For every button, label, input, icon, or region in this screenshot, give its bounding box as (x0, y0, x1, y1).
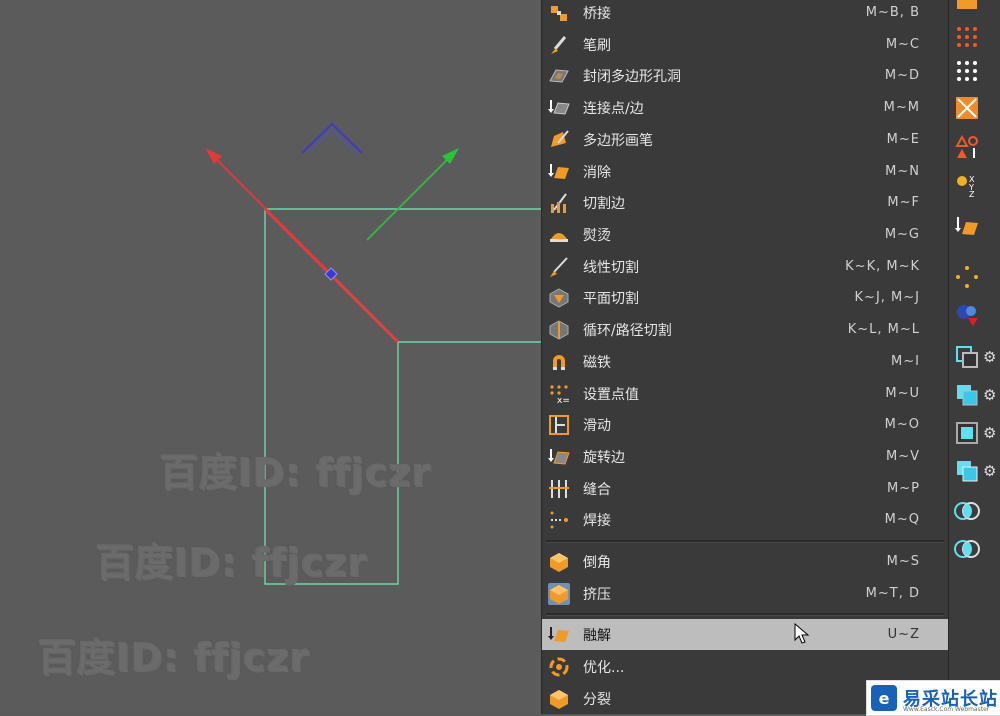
iron-icon (548, 224, 570, 246)
toolbar-polygon-icon[interactable] (952, 0, 982, 22)
set-point-value-icon: x= (548, 383, 570, 405)
loop-path-cut-icon (548, 319, 570, 341)
points-mode-icon[interactable] (952, 22, 982, 52)
mesh-tools-menu: 桥接 M~B, B 笔刷 M~C 封闭多边形孔洞 M~D 连接点/边 M~M 多… (541, 0, 948, 714)
gear-icon[interactable]: ⚙ (983, 425, 999, 441)
split-icon (548, 688, 570, 710)
menu-item-edge-cut[interactable]: 切割边 M~F (542, 187, 948, 218)
menu-separator (546, 613, 944, 616)
bevel-icon (548, 551, 570, 573)
menu-item-weld[interactable]: 焊接 M~Q (542, 504, 948, 535)
menu-item-stitch[interactable]: 缝合 M~P (542, 473, 948, 504)
extrude-icon (548, 582, 570, 605)
mouse-cursor-icon (794, 623, 810, 644)
dissolve-toolbar-icon[interactable] (952, 212, 982, 242)
menu-item-plane-cut[interactable]: 平面切割 K~J, M~J (542, 282, 948, 313)
menu-item-bridge[interactable]: 桥接 M~B, B (542, 0, 948, 28)
snap-settings-icon[interactable] (952, 262, 982, 292)
close-polygon-hole-icon (548, 65, 570, 87)
menu-item-optimize[interactable]: 优化... (542, 651, 948, 682)
stitch-icon (548, 478, 570, 500)
x-axis-handle[interactable] (211, 154, 332, 275)
edge-cut-icon (548, 192, 570, 214)
deformer-icon[interactable] (952, 300, 982, 330)
intersect-icon[interactable] (952, 496, 982, 526)
z-axis-handle-icon[interactable] (301, 122, 363, 154)
gear-icon[interactable]: ⚙ (983, 349, 999, 365)
menu-separator (546, 540, 944, 543)
axis-xyz-icon[interactable]: XYZ (952, 170, 982, 200)
y-axis-handle[interactable] (366, 154, 453, 241)
svg-text:Z: Z (969, 190, 975, 198)
optimize-icon (548, 656, 570, 678)
array-icon[interactable] (952, 456, 982, 486)
menu-item-bevel[interactable]: 倒角 M~S (542, 546, 948, 577)
menu-item-loop-path-cut[interactable]: 循环/路径切割 K~L, M~L (542, 314, 948, 345)
spline-outline (264, 208, 541, 585)
menu-item-melt[interactable]: 融解 U~Z (542, 619, 948, 650)
gear-icon[interactable]: ⚙ (983, 387, 999, 403)
subdivision-icon[interactable] (952, 418, 982, 448)
viewport[interactable]: 百度ID: ffjczr 百度ID: ffjczr 百度ID: ffjczr (0, 0, 545, 714)
line-cut-icon (548, 256, 570, 278)
plane-cut-icon (548, 287, 570, 309)
menu-item-dissolve[interactable]: 消除 M~N (542, 156, 948, 187)
gear-icon[interactable]: ⚙ (983, 463, 999, 479)
menu-item-set-point-value[interactable]: x= 设置点值 M~U (542, 378, 948, 409)
bridge-icon (548, 2, 570, 24)
melt-icon (548, 624, 570, 646)
menu-item-extrude[interactable]: 挤压 M~T, D (542, 578, 948, 609)
menu-item-connect-points-edges[interactable]: 连接点/边 M~M (542, 92, 948, 123)
logo-subtext: Www.Easck.Com Webmaster (903, 706, 990, 713)
grid-points-icon[interactable] (952, 56, 982, 86)
magnet-icon (548, 351, 570, 373)
cloner-icon[interactable] (952, 342, 982, 372)
logo-mark-icon: e (871, 685, 897, 711)
brush-icon (548, 34, 570, 56)
menu-item-line-cut[interactable]: 线性切割 K~K, M~K (542, 251, 948, 282)
svg-text:x=: x= (557, 396, 570, 405)
dissolve-icon (548, 161, 570, 183)
menu-item-iron[interactable]: 熨烫 M~G (542, 219, 948, 250)
connect-points-edges-icon (548, 97, 570, 119)
polygon-pen-icon (548, 129, 570, 151)
z-axis-handle-shadow (309, 129, 355, 152)
texture-mode-icon[interactable] (952, 93, 982, 123)
union-icon[interactable] (952, 534, 982, 564)
site-logo: e 易采站长站 Www.Easck.Com Webmaster (866, 680, 1000, 716)
boole-icon[interactable] (952, 380, 982, 410)
watermark: 百度ID: ffjczr (160, 451, 432, 495)
menu-item-slide[interactable]: 滑动 M~O (542, 409, 948, 440)
weld-icon (548, 509, 570, 531)
watermark: 百度ID: ffjczr (38, 636, 310, 680)
menu-item-spin-edge[interactable]: 旋转边 M~V (542, 441, 948, 472)
menu-item-brush[interactable]: 笔刷 M~C (542, 29, 948, 60)
spin-edge-icon (548, 446, 570, 468)
symmetry-icon[interactable] (952, 132, 982, 162)
right-toolbar: XYZ ⚙ ⚙ ⚙ ⚙ (948, 0, 1000, 714)
menu-item-polygon-pen[interactable]: 多边形画笔 M~E (542, 124, 948, 155)
menu-item-magnet[interactable]: 磁铁 M~I (542, 346, 948, 377)
watermark: 百度ID: ffjczr (96, 541, 368, 585)
slide-icon (548, 414, 570, 436)
viewport-canvas[interactable] (0, 0, 545, 714)
menu-item-close-polygon-hole[interactable]: 封闭多边形孔洞 M~D (542, 60, 948, 91)
